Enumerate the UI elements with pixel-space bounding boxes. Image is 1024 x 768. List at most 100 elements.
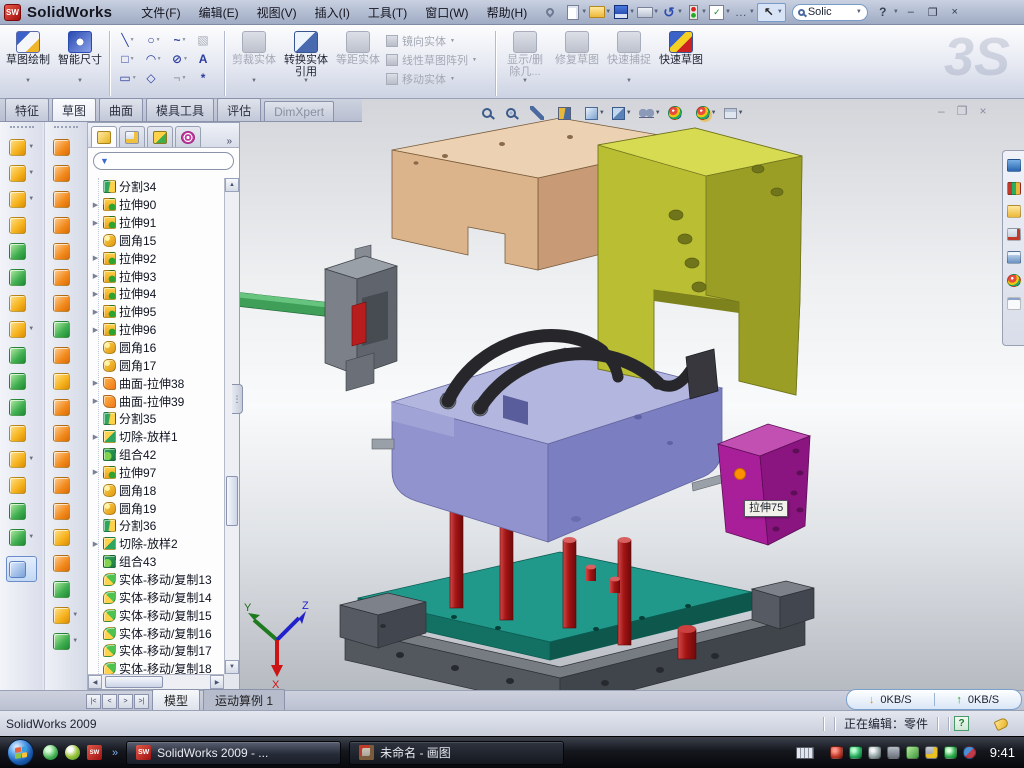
feature-tool-button[interactable]: ▼: [9, 342, 34, 368]
surface-tool-button[interactable]: ▼: [53, 602, 78, 628]
sketch-entity-button[interactable]: ╲ ▼: [115, 30, 141, 49]
dropdown-caret-icon[interactable]: ▼: [130, 37, 135, 43]
sketch-entity-button[interactable]: ◠ ▼: [141, 49, 167, 68]
tree-vertical-scrollbar[interactable]: ▲ ▼: [224, 178, 239, 674]
select-tool-button[interactable]: ▼: [757, 3, 786, 22]
heads-up-button[interactable]: ▼: [558, 107, 578, 120]
tree-row[interactable]: ▶ 拉伸97: [88, 464, 224, 482]
surface-tool-button[interactable]: ▼: [53, 394, 78, 420]
expand-arrow-icon[interactable]: ▶: [91, 540, 100, 548]
feature-tool-button[interactable]: ▼: [9, 212, 34, 238]
scroll-left-arrow[interactable]: ◀: [88, 675, 102, 689]
graphics-viewport[interactable]: Y Z X: [240, 99, 1024, 690]
search-value[interactable]: Solic: [808, 6, 832, 18]
tree-row[interactable]: ▶ 圆角17: [88, 356, 224, 374]
command-tab[interactable]: 模具工具: [146, 98, 214, 121]
expand-arrow-icon[interactable]: ▶: [91, 308, 100, 316]
dropdown-caret-icon[interactable]: ▼: [77, 78, 83, 84]
feature-tool-button[interactable]: ▼: [9, 368, 34, 394]
messenger-icon[interactable]: [43, 745, 58, 760]
panel-splitter-handle[interactable]: ⋮: [232, 384, 243, 414]
tab-nav-button[interactable]: |<: [86, 694, 101, 709]
surface-tool-button[interactable]: ▼: [53, 420, 78, 446]
expand-arrow-icon[interactable]: ▶: [91, 379, 100, 387]
taskbar-task-button[interactable]: 未命名 - 画图: [349, 741, 564, 765]
tree-row[interactable]: ▶ 曲面-拉伸38: [88, 374, 224, 392]
taskbar-task-button[interactable]: SW SolidWorks 2009 - ...: [126, 741, 341, 765]
dropdown-caret-icon[interactable]: ▼: [450, 38, 455, 44]
tree-horizontal-scrollbar[interactable]: ◀ ▶: [88, 674, 224, 689]
expand-arrow-icon[interactable]: ▶: [91, 219, 100, 227]
tree-row[interactable]: ▶ 实体-移动/复制13: [88, 571, 224, 589]
command-tab[interactable]: 评估: [217, 98, 261, 121]
tray-icon[interactable]: [849, 746, 862, 759]
tree-row[interactable]: ▶ 切除-放样1: [88, 428, 224, 446]
surface-tool-button[interactable]: ▼: [53, 238, 78, 264]
standard-toolbar-icon[interactable]: [588, 4, 606, 21]
tree-row[interactable]: ▶ 圆角15: [88, 232, 224, 250]
dropdown-caret-icon[interactable]: ▼: [655, 110, 661, 116]
dropdown-caret-icon[interactable]: ▼: [303, 78, 309, 84]
dropdown-caret-icon[interactable]: ▼: [157, 56, 162, 62]
sketch-entity-button[interactable]: ¬ ▼: [167, 68, 193, 87]
feature-tool-button[interactable]: ▼: [9, 186, 34, 212]
quick-launch-chevron[interactable]: »: [112, 747, 118, 759]
tab-nav-button[interactable]: <: [102, 694, 117, 709]
tree-row[interactable]: ▶ 拉伸93: [88, 267, 224, 285]
help-button[interactable]: [874, 4, 892, 21]
surface-tool-button[interactable]: ▼: [53, 498, 78, 524]
tree-row[interactable]: ▶ 分割36: [88, 517, 224, 535]
tree-row[interactable]: ▶ 拉伸95: [88, 303, 224, 321]
sketch-entity-button[interactable]: ▧ ▼: [193, 30, 219, 49]
surface-tool-button[interactable]: ▼: [53, 160, 78, 186]
tree-row[interactable]: ▶ 组合42: [88, 446, 224, 464]
expand-arrow-icon[interactable]: ▶: [91, 254, 100, 262]
tab-nav-button[interactable]: >: [118, 694, 133, 709]
command-tab[interactable]: 特征: [5, 98, 49, 121]
search-caret-icon[interactable]: ▼: [856, 9, 862, 15]
tray-icon[interactable]: [887, 746, 900, 759]
surface-tool-button[interactable]: ▼: [53, 446, 78, 472]
panel-tab[interactable]: [147, 126, 173, 147]
dropdown-caret-icon[interactable]: ▼: [28, 534, 34, 540]
dropdown-caret-icon[interactable]: ▼: [450, 76, 455, 82]
magenta-insert-block[interactable]: [718, 424, 810, 545]
help-caret-icon[interactable]: ▼: [893, 9, 899, 15]
sprue-clamp-assembly[interactable]: [240, 245, 397, 391]
feature-tool-button[interactable]: ▼: [9, 446, 34, 472]
surface-tool-button[interactable]: ▼: [53, 134, 78, 160]
task-pane-tab[interactable]: [1007, 274, 1021, 287]
start-button[interactable]: [7, 739, 34, 766]
standard-toolbar-icon[interactable]: [636, 4, 654, 21]
feature-tool-button[interactable]: ▼: [9, 134, 34, 160]
toolbar-stack-button[interactable]: 移动实体 ▼: [386, 70, 490, 87]
dropdown-caret-icon[interactable]: ▼: [28, 326, 34, 332]
sketch-entity-button[interactable]: ◇ ▼: [141, 68, 167, 87]
heads-up-button[interactable]: ▼: [668, 106, 689, 120]
panel-tab[interactable]: [91, 126, 117, 147]
command-tab[interactable]: DimXpert: [264, 101, 334, 121]
dropdown-caret-icon[interactable]: ▼: [28, 456, 34, 462]
media-player-icon[interactable]: [65, 745, 80, 760]
surface-tool-button[interactable]: ▼: [53, 368, 78, 394]
pin-icon[interactable]: [545, 6, 556, 17]
tree-row[interactable]: ▶ 实体-移动/复制14: [88, 588, 224, 606]
dropdown-caret-icon[interactable]: ▼: [738, 110, 744, 116]
window-close-button[interactable]: ×: [945, 4, 965, 20]
task-pane-tab[interactable]: [1007, 251, 1021, 264]
dropdown-caret-icon[interactable]: ▼: [251, 78, 257, 84]
sketch-entity-button[interactable]: ▭ ▼: [115, 68, 141, 87]
standard-toolbar-icon[interactable]: [708, 4, 726, 21]
feature-tool-button[interactable]: ▼: [9, 160, 34, 186]
heads-up-button[interactable]: ▼: [506, 108, 523, 118]
feature-tool-button[interactable]: ▼: [9, 498, 34, 524]
expand-arrow-icon[interactable]: ▶: [91, 290, 100, 298]
panel-tab[interactable]: [119, 126, 145, 147]
scroll-down-arrow[interactable]: ▼: [225, 660, 239, 674]
dropdown-caret-icon[interactable]: ▼: [183, 56, 188, 62]
toolbar-button[interactable]: 剪裁实体 ▼: [228, 29, 280, 86]
heads-up-button[interactable]: ▼: [482, 108, 499, 118]
menu-item[interactable]: 帮助(H): [478, 2, 537, 23]
dropdown-caret-icon[interactable]: ▼: [472, 57, 477, 63]
dropdown-caret-icon[interactable]: ▼: [626, 78, 632, 84]
